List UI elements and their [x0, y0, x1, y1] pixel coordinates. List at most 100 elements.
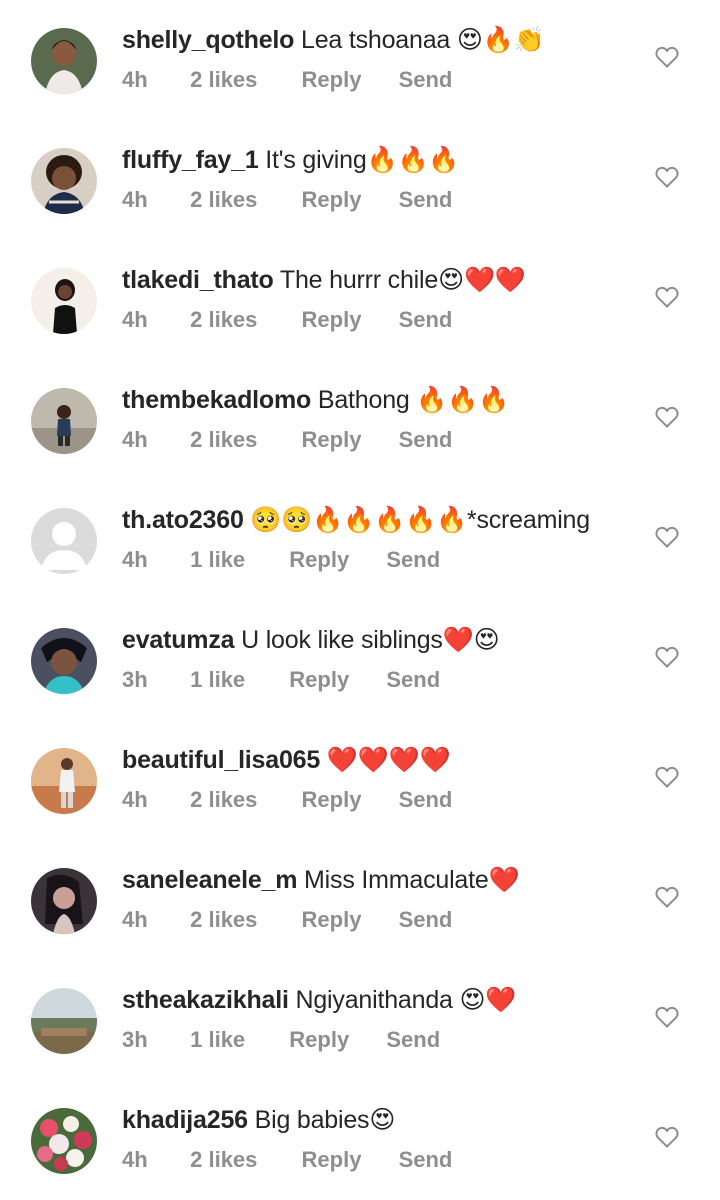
- heart-outline-icon[interactable]: [655, 286, 679, 308]
- send-button[interactable]: Send: [399, 184, 453, 216]
- send-button[interactable]: Send: [386, 1024, 440, 1056]
- avatar[interactable]: [31, 508, 97, 574]
- comment-username[interactable]: beautiful_lisa065: [122, 746, 320, 774]
- comment-likes-count[interactable]: 2 likes: [190, 304, 257, 336]
- avatar[interactable]: [31, 268, 97, 334]
- comment-text-line: tlakedi_thato The hurrr chile😍❤️❤️: [122, 262, 526, 298]
- comment-username[interactable]: saneleanele_m: [122, 866, 297, 894]
- comment-text-line: khadija256 Big babies😍: [122, 1102, 395, 1138]
- avatar[interactable]: [31, 148, 97, 214]
- heart-outline-icon[interactable]: [655, 646, 679, 668]
- reply-button[interactable]: Reply: [302, 424, 362, 456]
- comment-text-line: evatumza U look like siblings❤️😍: [122, 622, 500, 658]
- avatar-photo: [31, 388, 97, 454]
- reply-button[interactable]: Reply: [302, 64, 362, 96]
- send-button[interactable]: Send: [399, 304, 453, 336]
- comment-text-line: fluffy_fay_1 It's giving🔥🔥🔥: [122, 142, 460, 178]
- comment-item: thembekadlomo Bathong 🔥🔥🔥 4h 2 likes Rep…: [0, 360, 720, 480]
- comment-likes-count[interactable]: 1 like: [190, 1024, 245, 1056]
- comment-likes-count[interactable]: 2 likes: [190, 64, 257, 96]
- comment-body: Ngiyanithanda 😍❤️: [295, 986, 517, 1014]
- comment-username[interactable]: stheakazikhali: [122, 986, 289, 1014]
- avatar-photo: [31, 988, 97, 1054]
- send-button[interactable]: Send: [399, 784, 453, 816]
- comment-time: 3h: [122, 667, 148, 692]
- avatar[interactable]: [31, 388, 97, 454]
- comment-time: 4h: [122, 67, 148, 92]
- comment-body: It's giving🔥🔥🔥: [265, 146, 460, 174]
- send-button[interactable]: Send: [399, 64, 453, 96]
- reply-button[interactable]: Reply: [289, 1024, 349, 1056]
- comment-likes-count[interactable]: 1 like: [190, 544, 245, 576]
- heart-outline-icon[interactable]: [655, 1126, 679, 1148]
- comment-text-line: th.ato2360 🥺🥺🔥🔥🔥🔥🔥*screaming: [122, 502, 590, 538]
- send-button[interactable]: Send: [386, 664, 440, 696]
- comment-likes-count[interactable]: 1 like: [190, 664, 245, 696]
- reply-button[interactable]: Reply: [289, 664, 349, 696]
- avatar[interactable]: [31, 988, 97, 1054]
- reply-button[interactable]: Reply: [302, 1144, 362, 1176]
- comment-body: The hurrr chile😍❤️❤️: [279, 266, 526, 294]
- comment-username[interactable]: tlakedi_thato: [122, 266, 274, 294]
- comment-likes-count[interactable]: 2 likes: [190, 1144, 257, 1176]
- comment-item: stheakazikhali Ngiyanithanda 😍❤️ 3h 1 li…: [0, 960, 720, 1080]
- comment-username[interactable]: shelly_qothelo: [122, 26, 294, 54]
- comment-item: shelly_qothelo Lea tshoanaa 😍🔥👏 4h 2 lik…: [0, 0, 720, 120]
- comment-item: saneleanele_m Miss Immaculate❤️ 4h 2 lik…: [0, 840, 720, 960]
- send-button[interactable]: Send: [399, 424, 453, 456]
- reply-button[interactable]: Reply: [302, 304, 362, 336]
- comment-text-line: beautiful_lisa065 ❤️❤️❤️❤️: [122, 742, 451, 778]
- avatar[interactable]: [31, 868, 97, 934]
- reply-button[interactable]: Reply: [302, 904, 362, 936]
- heart-outline-icon[interactable]: [655, 526, 679, 548]
- comment-body: U look like siblings❤️😍: [241, 626, 500, 654]
- comment-time: 3h: [122, 1027, 148, 1052]
- comment-username[interactable]: khadija256: [122, 1106, 248, 1134]
- avatar-photo: [31, 1108, 97, 1174]
- avatar[interactable]: [31, 748, 97, 814]
- reply-button[interactable]: Reply: [289, 544, 349, 576]
- comment-list: shelly_qothelo Lea tshoanaa 😍🔥👏 4h 2 lik…: [0, 0, 720, 1200]
- send-button[interactable]: Send: [399, 904, 453, 936]
- comment-body: ❤️❤️❤️❤️: [326, 746, 451, 774]
- heart-outline-icon[interactable]: [655, 46, 679, 68]
- comment-time: 4h: [122, 187, 148, 212]
- comment-text-line: shelly_qothelo Lea tshoanaa 😍🔥👏: [122, 22, 545, 58]
- comment-meta: 3h 1 like Reply Send: [122, 1024, 440, 1056]
- comment-likes-count[interactable]: 2 likes: [190, 184, 257, 216]
- comment-item: evatumza U look like siblings❤️😍 3h 1 li…: [0, 600, 720, 720]
- comment-time: 4h: [122, 547, 148, 572]
- avatar[interactable]: [31, 28, 97, 94]
- heart-outline-icon[interactable]: [655, 766, 679, 788]
- comment-username[interactable]: fluffy_fay_1: [122, 146, 259, 174]
- heart-outline-icon[interactable]: [655, 886, 679, 908]
- comment-likes-count[interactable]: 2 likes: [190, 904, 257, 936]
- avatar-photo: [31, 148, 97, 214]
- comment-username[interactable]: th.ato2360: [122, 506, 244, 534]
- comment-body: Lea tshoanaa 😍🔥👏: [301, 26, 545, 54]
- send-button[interactable]: Send: [386, 544, 440, 576]
- comment-username[interactable]: thembekadlomo: [122, 386, 311, 414]
- comment-likes-count[interactable]: 2 likes: [190, 784, 257, 816]
- avatar[interactable]: [31, 628, 97, 694]
- comment-username[interactable]: evatumza: [122, 626, 235, 654]
- heart-outline-icon[interactable]: [655, 1006, 679, 1028]
- reply-button[interactable]: Reply: [302, 784, 362, 816]
- comment-meta: 4h 2 likes Reply Send: [122, 424, 452, 456]
- comment-meta: 4h 2 likes Reply Send: [122, 784, 452, 816]
- send-button[interactable]: Send: [399, 1144, 453, 1176]
- comment-meta: 4h 2 likes Reply Send: [122, 904, 452, 936]
- heart-outline-icon[interactable]: [655, 166, 679, 188]
- avatar[interactable]: [31, 1108, 97, 1174]
- reply-button[interactable]: Reply: [302, 184, 362, 216]
- comment-meta: 4h 1 like Reply Send: [122, 544, 440, 576]
- comment-likes-count[interactable]: 2 likes: [190, 424, 257, 456]
- comment-body: Big babies😍: [254, 1106, 396, 1134]
- comment-body: 🥺🥺🔥🔥🔥🔥🔥*screaming: [250, 506, 590, 534]
- comment-body: Miss Immaculate❤️: [304, 866, 520, 894]
- avatar-photo: [31, 628, 97, 694]
- comment-item: khadija256 Big babies😍 4h 2 likes Reply …: [0, 1080, 720, 1200]
- comment-meta: 4h 2 likes Reply Send: [122, 304, 452, 336]
- heart-outline-icon[interactable]: [655, 406, 679, 428]
- user-silhouette-icon: [31, 508, 97, 574]
